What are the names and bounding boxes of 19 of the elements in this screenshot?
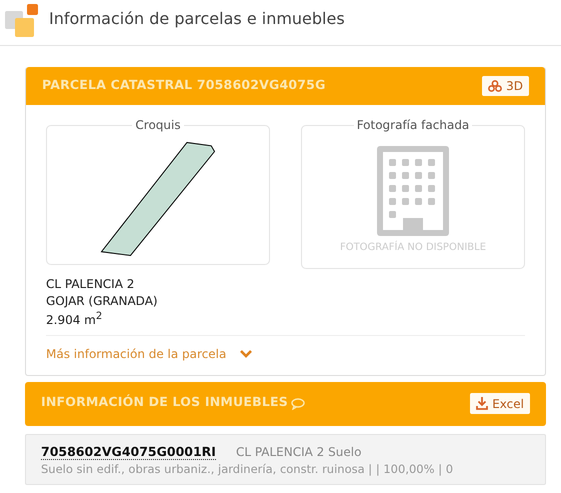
more-info-link[interactable]: Más información de la parcela [46, 346, 226, 360]
chat-icon [290, 398, 305, 410]
3d-button[interactable]: 3D [482, 76, 529, 96]
address-line: GOJAR (GRANADA) [46, 292, 159, 309]
panel-title: PARCELA CATASTRAL 7058602VG4075G [42, 76, 327, 92]
panel-title: INFORMACIÓN DE LOS INMUEBLES [41, 394, 288, 409]
excel-button[interactable]: Excel [470, 393, 530, 414]
photo-legend: Fotografía fachada [354, 118, 472, 132]
chevron-icon[interactable] [239, 349, 254, 358]
property-description: Suelo sin edif., obras urbaniz., jardinería, constr. ruinosa | | 100,00% | 0 [41, 462, 454, 476]
property-location: CL PALENCIA 2 Suelo [236, 444, 362, 458]
page-title: Información de parcelas e inmuebles [49, 9, 345, 28]
app-logo-icon [4, 2, 38, 36]
building-icon [377, 146, 449, 236]
address-line: CL PALENCIA 2 [46, 276, 136, 292]
address-line: 2.904 m$^{2}$ [46, 310, 104, 328]
sketch-legend: Croquis [132, 118, 184, 132]
download-icon [476, 397, 488, 410]
property-reference-link[interactable]: 7058602VG4075G0001RI [41, 444, 216, 460]
